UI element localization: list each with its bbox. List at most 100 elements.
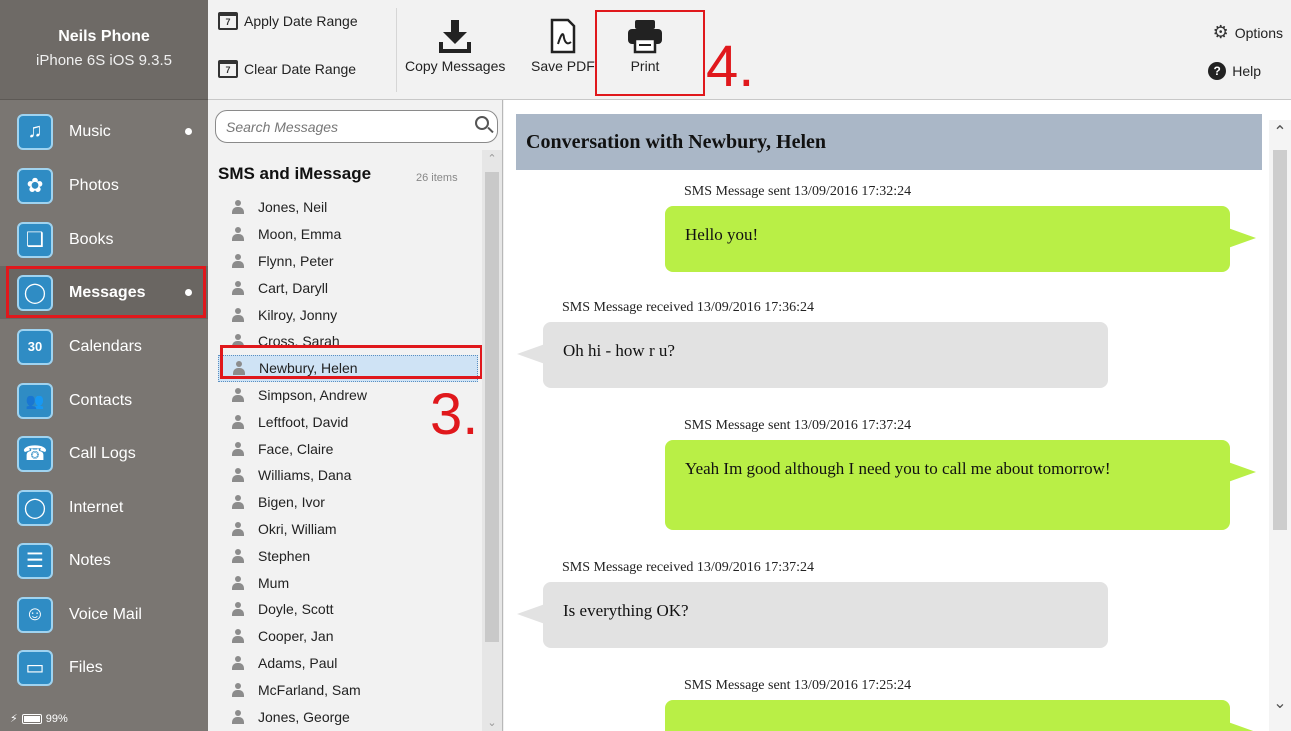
music-icon: ♫ [17,113,53,150]
person-icon [232,495,244,510]
sidebar-item-voice-mail[interactable]: ☺ Voice Mail [0,588,208,641]
list-item[interactable]: Adams, Paul [218,650,478,677]
sidebar-item-label: Internet [69,498,124,516]
annotation-step-3: 3. [430,382,479,447]
list-item[interactable]: Bigen, Ivor [218,489,478,516]
list-item-selected[interactable]: Newbury, Helen [218,354,478,382]
sidebar-item-label: Notes [69,551,111,569]
conversation-title: Conversation with Newbury, Helen [516,114,1262,170]
voicemail-icon: ☺ [17,596,53,633]
search-box[interactable] [215,110,498,143]
printer-icon [626,14,664,58]
person-icon [232,521,244,536]
sidebar-item-calendars[interactable]: 30 Calendars [0,320,208,373]
sidebar-item-contacts[interactable]: 👥 Contacts [0,374,208,427]
toolbar: 7 Apply Date Range 7 Clear Date Range Co… [208,0,1291,100]
list-item[interactable]: Cart, Daryll [218,274,478,301]
contact-name: Bigen, Ivor [258,494,325,511]
contacts-panel: SMS and iMessage 26 items Jones, Neil Mo… [208,100,503,731]
messages-icon: ◯ [17,274,53,311]
copy-messages-label: Copy Messages [405,58,506,74]
list-item[interactable]: Flynn, Peter [218,248,478,275]
sidebar-item-messages[interactable]: ◯ Messages [0,266,208,319]
scrollbar-thumb[interactable] [1273,150,1287,530]
battery-level: 99% [45,712,68,725]
contact-name: Stephen [258,547,311,564]
message-meta: SMS Message sent 13/09/2016 17:32:24 [684,184,912,199]
apply-date-range-label: Apply Date Range [244,13,358,29]
scroll-down-icon[interactable]: ⌄ [482,716,502,729]
search-input[interactable] [226,118,466,135]
notes-icon: ☰ [17,542,53,579]
person-icon [232,334,244,349]
sidebar-item-books[interactable]: ❑ Books [0,213,208,266]
clear-date-range-button[interactable]: 7 Clear Date Range [218,60,356,78]
list-item[interactable]: Moon, Emma [218,221,478,248]
conversation-scrollbar[interactable]: ⌃ ⌄ [1269,120,1291,731]
person-icon [232,441,244,456]
device-info[interactable]: Neils Phone iPhone 6S iOS 9.3.5 [0,0,208,100]
scroll-down-icon[interactable]: ⌄ [1269,693,1291,713]
device-name: Neils Phone [58,28,150,45]
list-item[interactable]: Doyle, Scott [218,596,478,623]
list-item[interactable]: Mum [218,569,478,596]
contact-name: Moon, Emma [258,226,342,243]
search-icon[interactable] [475,116,489,130]
sidebar-item-music[interactable]: ♫ Music [0,105,208,158]
message-meta: SMS Message received 13/09/2016 17:36:24 [562,300,814,315]
contact-name: Okri, William [258,520,337,537]
help-button[interactable]: ? Help [1208,62,1261,80]
sidebar-item-notes[interactable]: ☰ Notes [0,534,208,587]
sidebar-item-label: Music [69,122,111,140]
list-item[interactable]: Okri, William [218,516,478,543]
sidebar-item-call-logs[interactable]: ☎ Call Logs [0,427,208,480]
help-icon: ? [1208,62,1227,80]
sidebar-item-label: Messages [69,283,146,301]
sidebar: Neils Phone iPhone 6S iOS 9.3.5 ♫ Music … [0,0,208,731]
app-window: Neils Phone iPhone 6S iOS 9.3.5 ♫ Music … [0,0,1291,731]
list-item[interactable]: Cooper, Jan [218,623,478,650]
list-item[interactable]: Jones, Neil [218,194,478,221]
list-item[interactable]: Williams, Dana [218,462,478,489]
list-item[interactable]: Cross, Sarah [218,328,478,355]
person-icon [232,709,244,724]
person-icon [232,602,244,617]
print-button[interactable]: Print [626,14,664,74]
contact-list: Jones, Neil Moon, Emma Flynn, Peter Cart… [218,194,478,730]
list-item[interactable]: Kilroy, Jonny [218,301,478,328]
scroll-up-icon[interactable]: ⌃ [482,152,502,165]
contact-name: Mum [258,574,290,591]
scroll-up-icon[interactable]: ⌃ [1269,122,1291,142]
options-button[interactable]: ⚙ Options [1213,22,1283,43]
charging-icon: ⚡ [10,713,18,725]
contact-name: Newbury, Helen [259,360,358,377]
list-item[interactable]: Jones, George [218,703,478,730]
person-icon [233,361,245,376]
calendar-icon: 7 [218,60,238,78]
apply-date-range-button[interactable]: 7 Apply Date Range [218,12,358,30]
list-item[interactable]: McFarland, Sam [218,676,478,703]
contact-name: Jones, George [258,708,350,725]
copy-messages-button[interactable]: Copy Messages [405,14,505,74]
contact-name: Face, Claire [258,440,334,457]
calendar-icon: 7 [218,12,238,30]
person-icon [232,575,244,590]
contact-name: Cart, Daryll [258,279,329,296]
scrollbar-thumb[interactable] [485,172,499,642]
device-model: iPhone 6S iOS 9.3.5 [36,52,172,69]
person-icon [232,629,244,644]
status-dot [185,289,192,296]
person-icon [232,280,244,295]
sidebar-item-internet[interactable]: ◯ Internet [0,481,208,534]
conversation-panel: Conversation with Newbury, Helen SMS Mes… [504,100,1291,731]
contact-name: Kilroy, Jonny [258,306,338,323]
sidebar-item-files[interactable]: ▭ Files [0,641,208,694]
list-header: SMS and iMessage [218,164,372,183]
save-pdf-button[interactable]: Save PDF [531,14,595,74]
list-item[interactable]: Stephen [218,542,478,569]
contact-list-scrollbar[interactable]: ⌃ ⌄ [482,150,502,731]
books-icon: ❑ [17,221,53,258]
battery-status: ⚡ 99% [10,712,68,726]
sidebar-item-photos[interactable]: ✿ Photos [0,159,208,212]
pdf-icon [549,14,577,58]
